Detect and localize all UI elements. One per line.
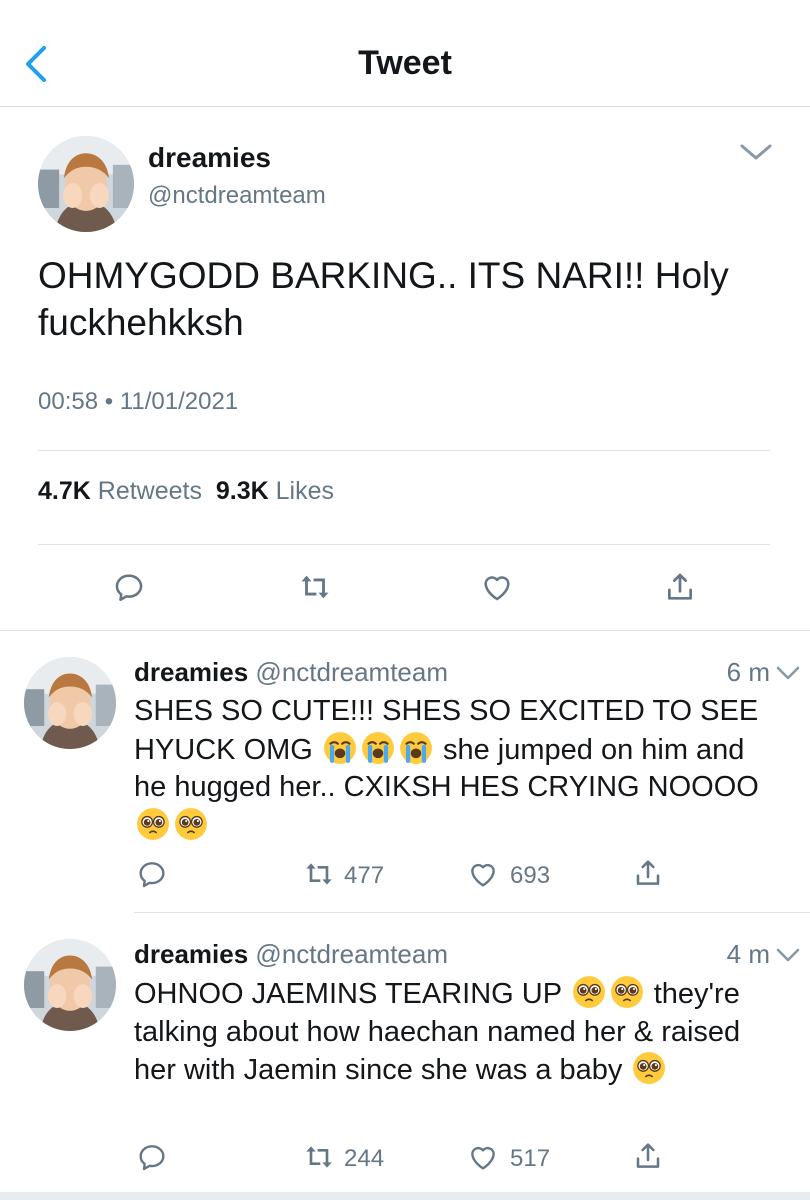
reply-icon[interactable] [136,858,168,890]
pleading-face-icon [632,1051,666,1085]
display-name[interactable]: dreamies [134,657,248,687]
share-icon[interactable] [632,856,664,890]
pleading-face-icon [136,807,170,841]
retweet-icon[interactable] [298,570,332,604]
loudly-crying-face-icon [361,731,395,765]
loudly-crying-face-icon [399,731,433,765]
page-title: Tweet [358,44,452,82]
pleading-face-icon [572,975,606,1009]
chevron-down-icon[interactable] [774,663,802,683]
reply-tweet[interactable]: dreamies @nctdreamteam 4 m OHNOO JAEMINS… [0,913,810,1200]
bottom-edge [0,1192,810,1200]
retweet-icon[interactable] [302,858,336,890]
handle[interactable]: @nctdreamteam [255,939,448,969]
reply-header: dreamies @nctdreamteam [134,657,448,688]
reply-text: SHES SO CUTE!!! SHES SO EXCITED TO SEE H… [134,693,784,845]
share-icon[interactable] [663,570,697,604]
retweet-icon[interactable] [302,1141,336,1173]
retweet-count: 477 [344,862,385,889]
retweet-count[interactable]: 4.7K [38,477,91,505]
like-count[interactable]: 9.3K [216,477,269,505]
avatar[interactable] [24,657,116,749]
reply-icon[interactable] [112,570,146,604]
reply-time: 6 m [726,657,770,687]
reply-icon[interactable] [136,1141,168,1173]
timestamp: 00:58 • 11/01/2021 [38,388,239,415]
like-icon[interactable] [466,1141,500,1173]
retweet-count: 244 [344,1145,385,1172]
avatar[interactable] [38,136,134,232]
like-count: 693 [510,862,551,889]
handle[interactable]: @nctdreamteam [148,182,326,210]
reply-time: 4 m [726,939,770,969]
chevron-down-icon[interactable] [738,140,774,164]
avatar[interactable] [24,939,116,1031]
share-icon[interactable] [632,1139,664,1173]
like-icon[interactable] [466,858,500,890]
retweet-label[interactable]: Retweets [98,477,202,505]
reply-header: dreamies @nctdreamteam [134,939,448,970]
loudly-crying-face-icon [323,731,357,765]
like-icon[interactable] [480,570,514,604]
divider [38,450,770,451]
display-name[interactable]: dreamies [148,142,271,174]
reply-text-part: OHNOO JAEMINS TEARING UP [134,978,562,1010]
like-label[interactable]: Likes [276,477,334,505]
pleading-face-icon [610,975,644,1009]
chevron-down-icon[interactable] [774,945,802,965]
pleading-face-icon [174,807,208,841]
top-bar: Tweet [0,0,810,107]
divider [38,544,770,545]
reply-tweet[interactable]: dreamies @nctdreamteam 6 m SHES SO CUTE!… [0,631,810,912]
handle[interactable]: @nctdreamteam [255,657,448,687]
engagement-stats: 4.7K Retweets 9.3K Likes [38,477,334,506]
tweet-text: OHMYGODD BARKING.. ITS NARI!! Holy fuckh… [38,255,729,343]
display-name[interactable]: dreamies [134,939,248,969]
reply-text: OHNOO JAEMINS TEARING UP they're talking… [134,975,784,1090]
like-count: 517 [510,1145,551,1172]
